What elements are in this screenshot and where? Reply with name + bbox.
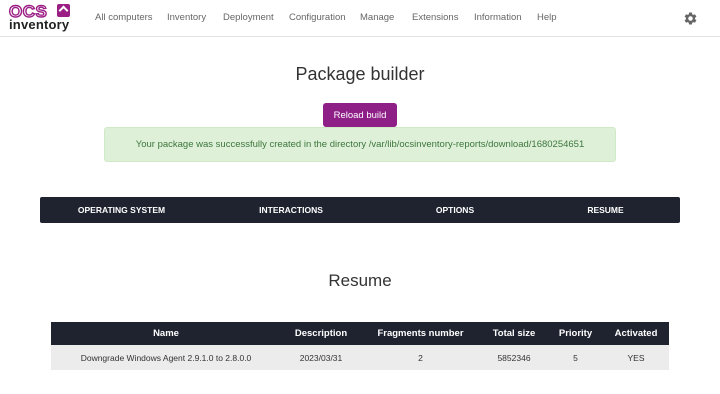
column-header-description: Description	[281, 322, 361, 345]
page-title: Package builder	[295, 64, 425, 84]
step-interactions[interactable]: INTERACTIONS	[203, 197, 379, 223]
gear-icon[interactable]	[683, 11, 698, 26]
nav-configuration[interactable]: Configuration	[289, 12, 346, 23]
step-resume[interactable]: RESUME	[531, 197, 680, 223]
column-header-fragments: Fragments number	[361, 322, 480, 345]
step-operating-system[interactable]: OPERATING SYSTEM	[40, 197, 203, 223]
table-row: Downgrade Windows Agent 2.9.1.0 to 2.8.0…	[51, 345, 669, 370]
logo-inventory-text: inventory	[9, 17, 70, 32]
column-header-activated: Activated	[603, 322, 669, 345]
cell-fragments: 2	[361, 345, 480, 370]
wizard-steps-bar: OPERATING SYSTEM INTERACTIONS OPTIONS RE…	[40, 197, 680, 223]
ocs-inventory-logo[interactable]: OCS inventory	[8, 2, 75, 33]
cell-activated: YES	[603, 345, 669, 370]
nav-help[interactable]: Help	[537, 12, 557, 23]
cell-description: 2023/03/31	[281, 345, 361, 370]
column-header-name: Name	[51, 322, 281, 345]
step-options[interactable]: OPTIONS	[379, 197, 531, 223]
nav-all-computers[interactable]: All computers	[95, 12, 153, 23]
nav-deployment[interactable]: Deployment	[223, 12, 274, 23]
top-navbar: OCS inventory All computers Inventory De…	[0, 0, 720, 37]
resume-title: Resume	[328, 271, 392, 290]
nav-inventory[interactable]: Inventory	[167, 12, 206, 23]
reload-build-button[interactable]: Reload build	[323, 103, 397, 127]
nav-extensions[interactable]: Extensions	[412, 12, 458, 23]
column-header-total-size: Total size	[480, 322, 548, 345]
resume-table: Name Description Fragments number Total …	[51, 322, 669, 370]
nav-manage[interactable]: Manage	[360, 12, 394, 23]
cell-total-size: 5852346	[480, 345, 548, 370]
success-alert: Your package was successfully created in…	[104, 127, 616, 162]
nav-information[interactable]: Information	[474, 12, 522, 23]
column-header-priority: Priority	[548, 322, 603, 345]
table-header-row: Name Description Fragments number Total …	[51, 322, 669, 345]
cell-priority: 5	[548, 345, 603, 370]
logo-arrow-icon	[57, 4, 70, 17]
cell-name: Downgrade Windows Agent 2.9.1.0 to 2.8.0…	[51, 345, 281, 370]
